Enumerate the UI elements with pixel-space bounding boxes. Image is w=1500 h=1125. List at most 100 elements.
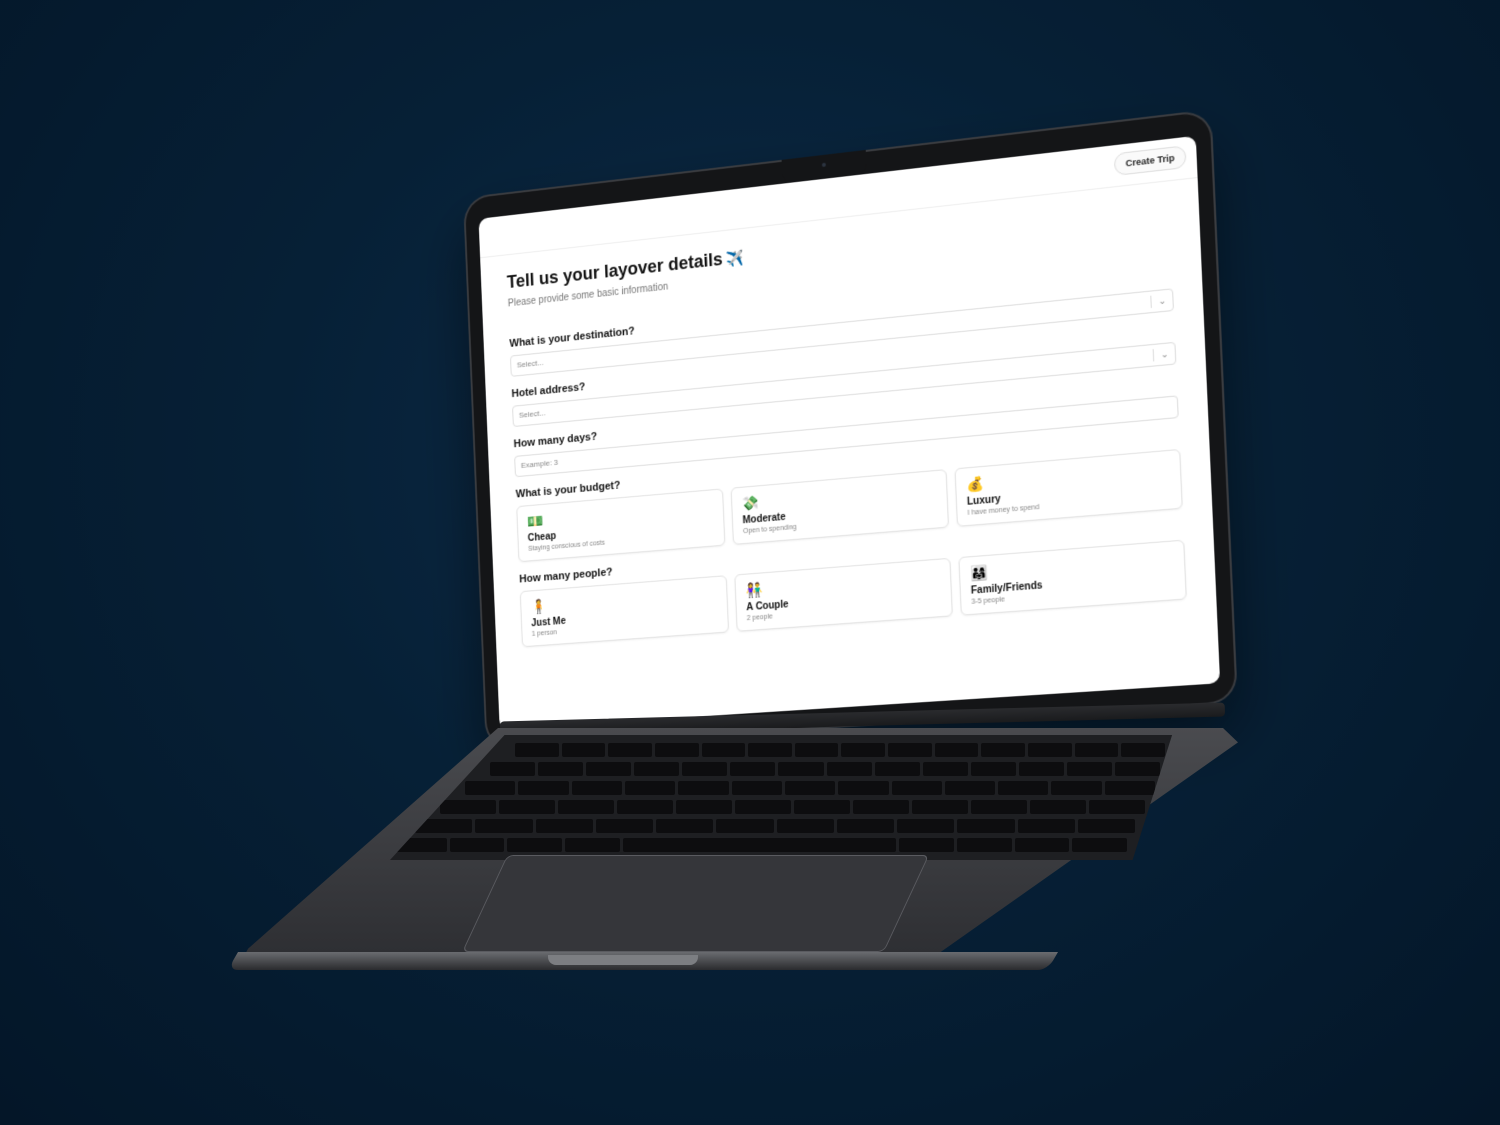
key bbox=[1115, 762, 1161, 776]
key bbox=[1089, 800, 1145, 814]
key bbox=[794, 800, 850, 814]
key bbox=[656, 819, 714, 833]
key bbox=[899, 838, 954, 852]
key bbox=[565, 838, 620, 852]
key-row bbox=[415, 819, 1135, 833]
key bbox=[608, 743, 652, 757]
key bbox=[654, 743, 699, 757]
key bbox=[891, 781, 942, 795]
key bbox=[538, 762, 584, 776]
key bbox=[735, 800, 791, 814]
key bbox=[676, 800, 732, 814]
select-divider bbox=[1150, 295, 1152, 309]
key bbox=[465, 781, 516, 795]
budget-card-moderate[interactable]: 💸 Moderate Open to spending bbox=[730, 469, 950, 545]
key-row bbox=[490, 762, 1161, 776]
key bbox=[499, 800, 555, 814]
keyboard bbox=[390, 735, 1173, 860]
key bbox=[981, 743, 1026, 757]
laptop-lid: Create Trip Tell us your layover details… bbox=[464, 111, 1236, 748]
key bbox=[440, 800, 496, 814]
key bbox=[624, 781, 676, 795]
key bbox=[1104, 781, 1156, 795]
key bbox=[957, 819, 1015, 833]
key bbox=[838, 781, 889, 795]
key bbox=[475, 819, 533, 833]
days-placeholder: Example: 3 bbox=[520, 457, 559, 470]
thumb-notch bbox=[548, 955, 698, 965]
key bbox=[617, 800, 673, 814]
key bbox=[922, 762, 968, 776]
trackpad bbox=[462, 855, 930, 952]
key bbox=[1030, 800, 1086, 814]
key bbox=[731, 781, 782, 795]
people-card-just-me[interactable]: 🧍 Just Me 1 person bbox=[519, 575, 730, 648]
key bbox=[794, 743, 839, 757]
key bbox=[634, 762, 680, 776]
budget-card-cheap[interactable]: 💵 Cheap Staying conscious of costs bbox=[516, 488, 726, 563]
key bbox=[897, 819, 955, 833]
key-row bbox=[392, 838, 1127, 852]
key bbox=[1121, 743, 1165, 757]
key bbox=[826, 762, 872, 776]
key bbox=[561, 743, 606, 757]
key bbox=[970, 762, 1016, 776]
key bbox=[490, 762, 536, 776]
key-row bbox=[465, 781, 1156, 795]
key bbox=[874, 762, 920, 776]
key bbox=[778, 762, 824, 776]
key bbox=[1074, 743, 1119, 757]
key bbox=[1017, 819, 1075, 833]
key bbox=[1018, 762, 1064, 776]
key bbox=[515, 743, 559, 757]
key bbox=[716, 819, 774, 833]
chevron-down-icon: ⌄ bbox=[1160, 348, 1169, 360]
select-divider bbox=[1152, 349, 1155, 362]
camera-icon bbox=[821, 162, 826, 168]
key bbox=[784, 781, 836, 795]
key bbox=[956, 838, 1012, 852]
key bbox=[558, 800, 614, 814]
key bbox=[944, 781, 996, 795]
key bbox=[682, 762, 728, 776]
key-row bbox=[515, 743, 1165, 757]
key bbox=[1072, 838, 1127, 852]
key bbox=[1077, 819, 1135, 833]
key bbox=[912, 800, 968, 814]
key bbox=[1066, 762, 1113, 776]
key bbox=[1051, 781, 1102, 795]
form-content: Tell us your layover details ✈️ Please pr… bbox=[480, 178, 1216, 649]
key bbox=[595, 819, 653, 833]
people-card-couple[interactable]: 👫 A Couple 2 people bbox=[734, 557, 953, 632]
key bbox=[748, 743, 792, 757]
destination-placeholder: Select... bbox=[516, 358, 544, 370]
key bbox=[622, 838, 897, 852]
key bbox=[853, 800, 909, 814]
create-trip-button[interactable]: Create Trip bbox=[1113, 145, 1187, 176]
key bbox=[1028, 743, 1072, 757]
key bbox=[586, 762, 632, 776]
key bbox=[971, 800, 1027, 814]
key bbox=[571, 781, 622, 795]
key bbox=[998, 781, 1049, 795]
key bbox=[934, 743, 979, 757]
key bbox=[507, 838, 563, 852]
key bbox=[836, 819, 894, 833]
budget-card-luxury[interactable]: 💰 Luxury I have money to spend bbox=[954, 448, 1183, 527]
hotel-placeholder: Select... bbox=[518, 408, 546, 420]
airplane-icon: ✈️ bbox=[726, 249, 745, 269]
laptop-screen: Create Trip Tell us your layover details… bbox=[478, 135, 1221, 730]
key bbox=[518, 781, 569, 795]
key bbox=[1014, 838, 1070, 852]
key bbox=[730, 762, 776, 776]
key bbox=[449, 838, 505, 852]
key bbox=[535, 819, 593, 833]
people-card-family[interactable]: 👨‍👩‍👧 Family/Friends 3-5 people bbox=[958, 539, 1187, 616]
chevron-down-icon: ⌄ bbox=[1158, 295, 1167, 307]
key-row bbox=[440, 800, 1145, 814]
key bbox=[888, 743, 932, 757]
key bbox=[841, 743, 886, 757]
key bbox=[776, 819, 834, 833]
key bbox=[701, 743, 746, 757]
key bbox=[678, 781, 729, 795]
